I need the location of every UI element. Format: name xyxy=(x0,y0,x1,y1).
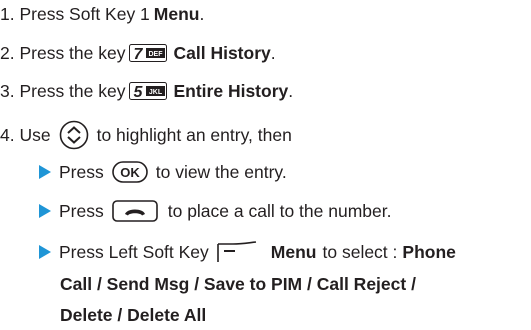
step-1-text: 1. Press Soft Key 1 xyxy=(0,4,150,24)
ok-key-icon: OK xyxy=(111,161,148,183)
bullet-arrow-icon xyxy=(39,245,51,259)
bullet-1: Press OK to view the entry. xyxy=(39,161,287,183)
bullet-3: Press Left Soft Key Menu to select : Pho… xyxy=(39,240,456,264)
step-4-pre: 4. Use xyxy=(0,125,51,145)
bullet-1-pre: Press xyxy=(59,162,104,182)
nav-updown-icon xyxy=(59,120,89,150)
bullet-3-line3: Delete / Delete All xyxy=(60,305,207,325)
key-5-jkl-icon: 5 JKL xyxy=(129,82,168,100)
step-1-bold: Menu xyxy=(153,4,200,24)
bullet-3-bold: Menu xyxy=(270,242,317,262)
bullet-3-line1-bold: Phone xyxy=(402,242,456,262)
bullet-2-pre: Press xyxy=(59,201,104,221)
step-2-end: . xyxy=(270,43,276,63)
step-4: 4. Use to highlight an entry, then xyxy=(0,120,292,150)
bullet-1-post: to view the entry. xyxy=(155,162,287,182)
svg-text:DEF: DEF xyxy=(149,51,164,58)
bullet-arrow-icon xyxy=(39,204,51,218)
step-4-post: to highlight an entry, then xyxy=(96,125,292,145)
key-7-def-icon: 7 DEF xyxy=(129,44,168,62)
step-3-text: 3. Press the key xyxy=(0,81,126,101)
send-key-icon xyxy=(111,200,158,222)
svg-text:JKL: JKL xyxy=(149,89,163,96)
step-1-end: . xyxy=(199,4,205,24)
step-2-text: 2. Press the key xyxy=(0,43,126,63)
step-3: 3. Press the key 5 JKL Entire History . xyxy=(0,80,293,102)
bullet-3-pre: Press Left Soft Key xyxy=(59,242,209,262)
step-3-end: . xyxy=(288,81,294,101)
bullet-3-post: to select : xyxy=(322,242,398,262)
bullet-arrow-icon xyxy=(39,165,51,179)
step-2: 2. Press the key 7 DEF Call History . xyxy=(0,42,276,64)
left-soft-key-icon xyxy=(215,240,259,264)
svg-text:5: 5 xyxy=(134,84,144,100)
bullet-2: Press to place a call to the number. xyxy=(39,200,391,222)
svg-text:7: 7 xyxy=(134,46,144,62)
bullet-2-post: to place a call to the number. xyxy=(167,201,392,221)
step-1: 1. Press Soft Key 1 Menu . xyxy=(0,3,204,25)
svg-text:OK: OK xyxy=(120,165,140,180)
step-2-bold: Call History xyxy=(173,43,271,63)
step-3-bold: Entire History xyxy=(173,81,289,101)
bullet-3-line2: Call / Send Msg / Save to PIM / Call Rej… xyxy=(60,274,416,294)
